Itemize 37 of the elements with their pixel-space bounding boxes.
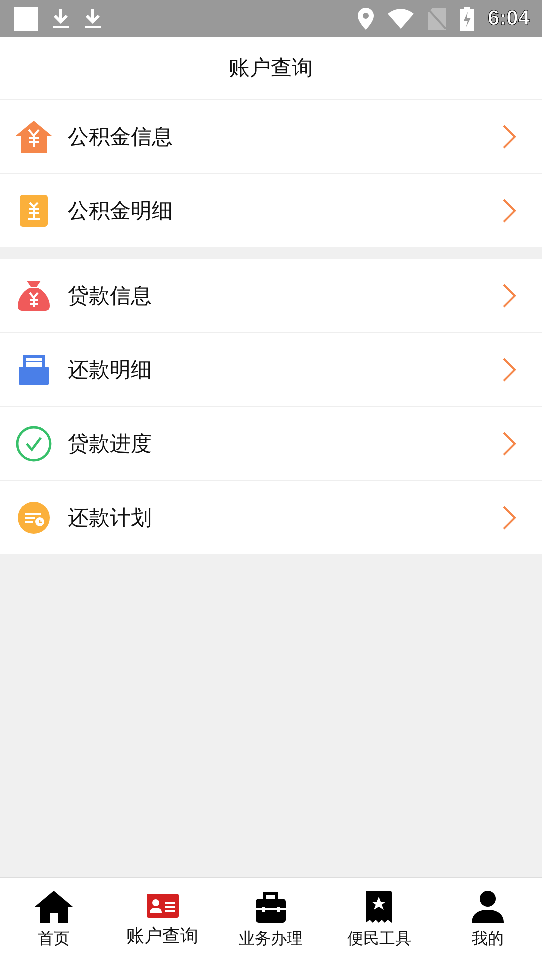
chevron-right-icon <box>503 358 516 382</box>
briefcase-icon <box>256 891 286 923</box>
chevron-right-icon <box>503 198 516 222</box>
schedule-icon <box>18 502 50 534</box>
menu-item[interactable]: 贷款信息 <box>0 259 542 333</box>
menu-item[interactable]: 贷款进度 <box>0 407 542 481</box>
document-yen-icon <box>20 194 48 226</box>
nav-tab[interactable]: 账户查询 <box>108 878 217 963</box>
location-icon <box>358 8 374 30</box>
bookmark-star-icon <box>366 891 392 923</box>
wifi-icon <box>388 8 414 28</box>
battery-charging-icon <box>460 6 474 30</box>
page-title: 账户查询 <box>229 55 313 82</box>
home-icon <box>35 891 74 923</box>
person-icon <box>472 891 504 923</box>
chevron-right-icon <box>503 124 516 148</box>
menu-item[interactable]: 公积金明细 <box>0 174 542 247</box>
menu-item[interactable]: 还款明细 <box>0 333 542 407</box>
nav-tab[interactable]: 便民工具 <box>325 878 434 963</box>
house-yen-icon <box>16 120 52 152</box>
nav-tab[interactable]: 我的 <box>434 878 542 963</box>
chevron-right-icon <box>503 284 516 308</box>
no-sim-icon <box>428 8 446 30</box>
download-icon <box>52 8 70 30</box>
clock-time: 6:04 <box>488 6 530 30</box>
nav-tab[interactable]: 首页 <box>0 878 108 963</box>
chevron-right-icon <box>503 432 516 456</box>
nav-tab[interactable]: 业务办理 <box>216 878 326 963</box>
money-bag-icon <box>18 280 50 310</box>
download-icon <box>84 8 102 30</box>
id-card-icon <box>146 894 179 918</box>
menu-item[interactable]: 公积金信息 <box>0 100 542 174</box>
check-circle-icon <box>16 426 52 462</box>
notification-icon <box>14 6 38 30</box>
chevron-right-icon <box>503 506 516 530</box>
tray-icon <box>19 354 49 384</box>
menu-item[interactable]: 还款计划 <box>0 481 542 554</box>
